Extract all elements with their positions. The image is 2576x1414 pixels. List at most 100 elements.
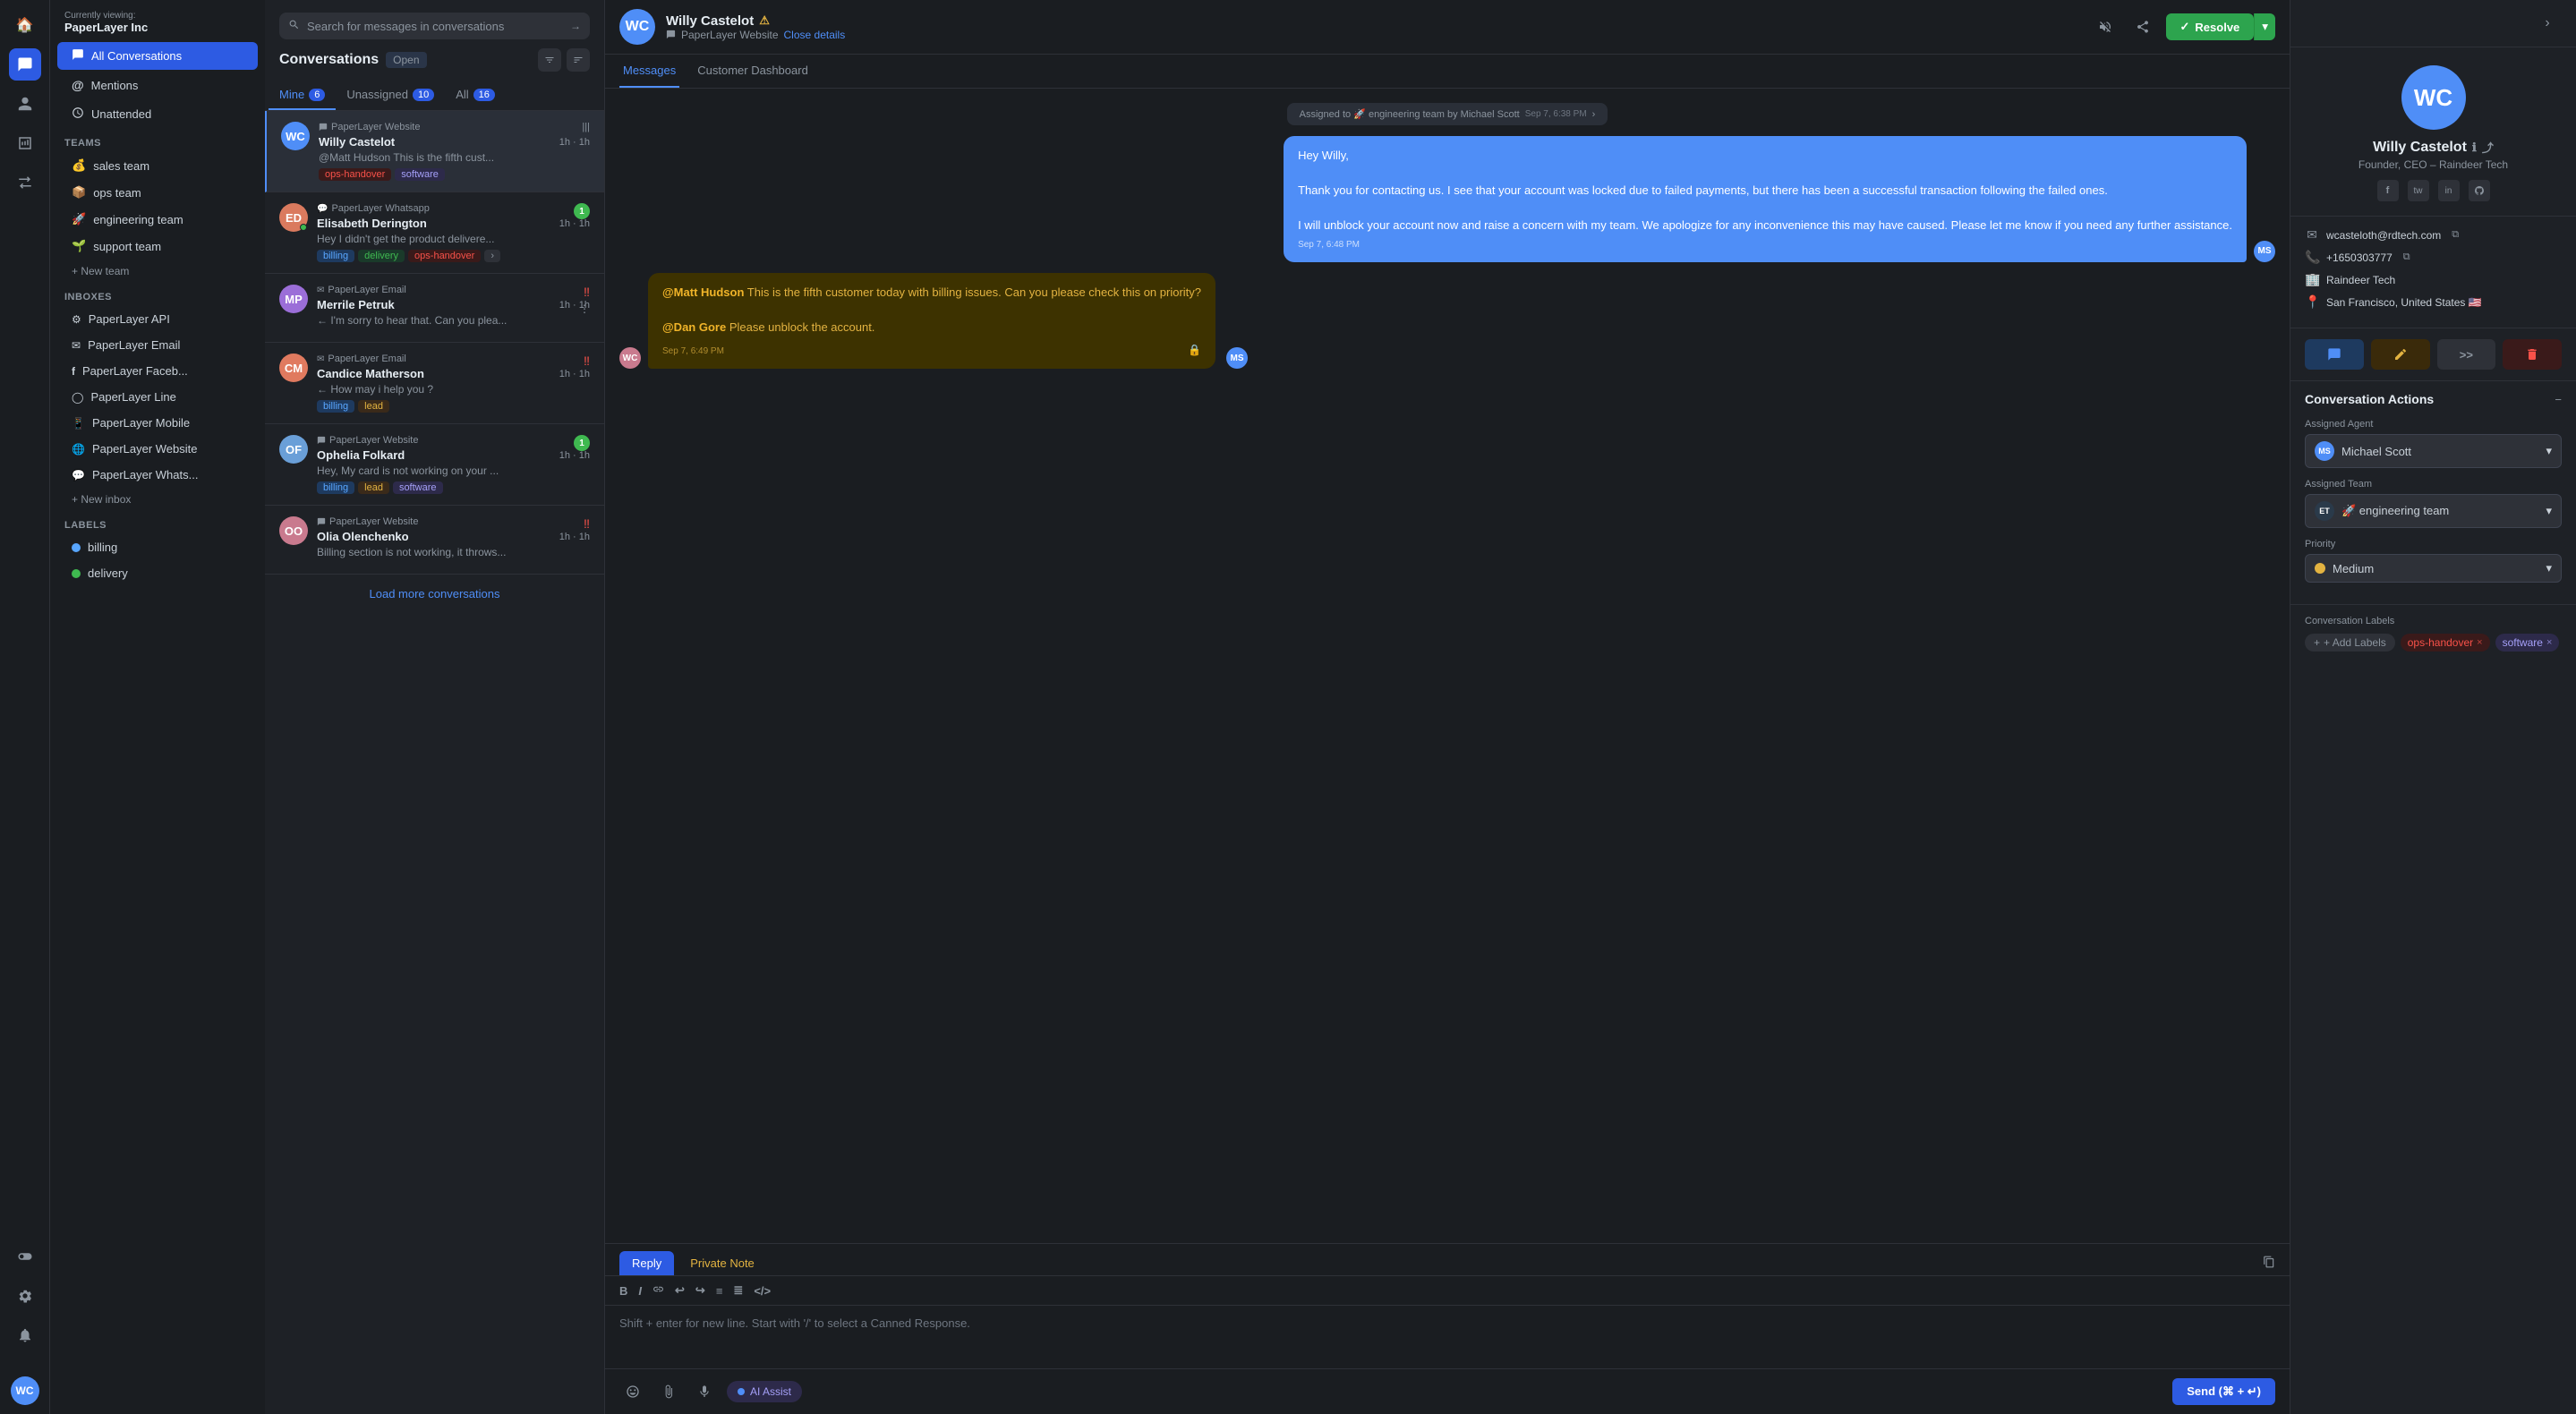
list-btn[interactable]: ≡ <box>716 1284 723 1298</box>
warning-icon: ⚠ <box>759 13 770 28</box>
search-input[interactable] <box>307 20 563 33</box>
link-btn[interactable] <box>653 1283 664 1298</box>
icon-integrations[interactable] <box>9 1240 41 1273</box>
attach-btn[interactable] <box>655 1378 682 1405</box>
reply-tab-reply[interactable]: Reply <box>619 1251 674 1275</box>
inbox-facebook[interactable]: f PaperLayer Faceb... <box>57 359 258 383</box>
conv-item-ophelia[interactable]: OF PaperLayer Website Ophelia Folkard 1h… <box>265 424 604 506</box>
tab-customer-dashboard[interactable]: Customer Dashboard <box>694 55 812 88</box>
send-btn[interactable]: Send (⌘ + ↵) <box>2172 1378 2275 1405</box>
chat-header-actions: ✓ Resolve ▾ <box>2091 13 2275 41</box>
resolve-caret-btn[interactable]: ▾ <box>2254 13 2275 40</box>
sales-team-emoji: 💰 <box>72 158 86 173</box>
inbox-website[interactable]: 🌐 PaperLayer Website <box>57 437 258 461</box>
icon-reports[interactable] <box>9 127 41 159</box>
filter-btn[interactable] <box>538 48 561 72</box>
priority-select[interactable]: Medium ▾ <box>2305 554 2562 583</box>
tab-all[interactable]: All 16 <box>445 81 506 110</box>
add-labels-btn[interactable]: + + Add Labels <box>2305 634 2395 652</box>
sort-btn[interactable] <box>567 48 590 72</box>
avatar-merrile: MP <box>279 285 308 313</box>
inbox-api[interactable]: ⚙ PaperLayer API <box>57 307 258 331</box>
icon-notifications[interactable] <box>9 1319 41 1351</box>
tab-messages[interactable]: Messages <box>619 55 679 88</box>
italic-btn[interactable]: I <box>638 1284 642 1298</box>
expand-icon[interactable]: › <box>1592 109 1596 120</box>
copy-email-icon[interactable]: ⧉ <box>2452 229 2459 241</box>
reply-input[interactable]: Shift + enter for new line. Start with '… <box>605 1306 2290 1368</box>
new-conv-btn[interactable] <box>2305 339 2364 370</box>
conv-item-candice[interactable]: CM ✉ PaperLayer Email Candice Matherson … <box>265 343 604 424</box>
remove-software-label-btn[interactable]: × <box>2546 637 2552 648</box>
remove-ops-label-btn[interactable]: × <box>2477 637 2482 648</box>
search-bar[interactable]: → <box>279 13 590 39</box>
close-details-link[interactable]: Close details <box>784 29 846 41</box>
emoji-btn[interactable] <box>619 1378 646 1405</box>
label-delivery[interactable]: delivery <box>57 561 258 585</box>
system-msg: Assigned to 🚀 engineering team by Michae… <box>1287 103 1608 125</box>
user-avatar[interactable]: WC <box>11 1376 39 1405</box>
ai-assist-btn[interactable]: AI Assist <box>727 1381 802 1402</box>
conversations-list: → Conversations Open <box>265 0 605 1414</box>
source-ophelia: PaperLayer Website <box>317 435 590 446</box>
icon-settings[interactable] <box>9 1280 41 1312</box>
msg-internal-text: @Matt Hudson This is the fifth customer … <box>662 284 1201 336</box>
conv-item-olia[interactable]: OO PaperLayer Website Olia Olenchenko 1h… <box>265 506 604 575</box>
tags-ophelia: billing lead software <box>317 481 590 494</box>
delete-contact-btn[interactable] <box>2503 339 2562 370</box>
twitter-social-icon[interactable]: tw <box>2408 180 2429 201</box>
conv-item-elisabeth[interactable]: ED 💬 PaperLayer Whatsapp Elisabeth Derin… <box>265 192 604 274</box>
icon-contacts[interactable] <box>9 88 41 120</box>
team-ops[interactable]: 📦 ops team <box>57 180 258 205</box>
resolve-button[interactable]: ✓ Resolve <box>2166 13 2255 40</box>
inbox-whatsapp[interactable]: 💬 PaperLayer Whats... <box>57 463 258 487</box>
tags-elisabeth: billing delivery ops-handover › <box>317 250 590 262</box>
nav-all-conversations[interactable]: All Conversations <box>57 42 258 70</box>
label-billing[interactable]: billing <box>57 535 258 559</box>
conv-item-merrile[interactable]: MP ✉ PaperLayer Email Merrile Petruk 1h … <box>265 274 604 343</box>
external-link-icon[interactable]: ⤴ <box>2482 139 2494 156</box>
linkedin-social-icon[interactable]: in <box>2438 180 2460 201</box>
forward-btn[interactable]: >> <box>2437 339 2496 370</box>
github-social-icon[interactable] <box>2469 180 2490 201</box>
inbox-line[interactable]: ◯ PaperLayer Line <box>57 385 258 409</box>
edit-contact-btn[interactable] <box>2371 339 2430 370</box>
agent-select[interactable]: MS Michael Scott ▾ <box>2305 434 2562 468</box>
inbox-mobile[interactable]: 📱 PaperLayer Mobile <box>57 411 258 435</box>
new-team-btn[interactable]: + New team <box>57 260 258 282</box>
undo-btn[interactable]: ↩ <box>675 1283 685 1298</box>
share-btn[interactable] <box>2128 13 2157 41</box>
team-select[interactable]: ET 🚀 engineering team ▾ <box>2305 494 2562 528</box>
tab-unassigned[interactable]: Unassigned 10 <box>336 81 445 110</box>
team-support[interactable]: 🌱 support team <box>57 234 258 259</box>
icon-campaigns[interactable] <box>9 166 41 199</box>
delivery-dot <box>72 569 81 578</box>
time-willy: 1h · 1h <box>559 137 590 148</box>
facebook-social-icon[interactable]: f <box>2377 180 2399 201</box>
collapse-actions-btn[interactable]: − <box>2555 393 2562 406</box>
nav-unattended[interactable]: Unattended <box>57 100 258 128</box>
copy-btn[interactable] <box>2263 1256 2275 1271</box>
load-more-btn[interactable]: Load more conversations <box>265 575 604 613</box>
avatar-olia: OO <box>279 516 308 545</box>
copy-phone-icon[interactable]: ⧉ <box>2403 251 2410 263</box>
nav-mentions[interactable]: @ Mentions <box>57 72 258 98</box>
icon-chat[interactable] <box>9 48 41 81</box>
redo-btn[interactable]: ↪ <box>695 1283 705 1298</box>
team-engineering[interactable]: 🚀 engineering team <box>57 207 258 232</box>
icon-home[interactable]: 🏠 <box>9 9 41 41</box>
panel-collapse-btn[interactable]: › <box>2533 9 2562 38</box>
code-btn[interactable]: </> <box>754 1284 771 1298</box>
tab-mine[interactable]: Mine 6 <box>269 81 336 110</box>
inbox-email[interactable]: ✉ PaperLayer Email <box>57 333 258 357</box>
mentions-icon: @ <box>72 78 84 92</box>
bold-btn[interactable]: B <box>619 1284 627 1298</box>
ordered-list-btn[interactable]: ≣ <box>733 1283 743 1298</box>
audio-btn[interactable] <box>691 1378 718 1405</box>
team-sales[interactable]: 💰 sales team <box>57 153 258 178</box>
conv-item-willy[interactable]: WC PaperLayer Website Willy Castelot 1h … <box>265 111 604 192</box>
new-inbox-btn[interactable]: + New inbox <box>57 489 258 510</box>
mute-btn[interactable] <box>2091 13 2120 41</box>
reply-tab-private[interactable]: Private Note <box>678 1251 767 1275</box>
reply-area: Reply Private Note B I ↩ ↪ ≡ ≣ </> <box>605 1243 2290 1414</box>
